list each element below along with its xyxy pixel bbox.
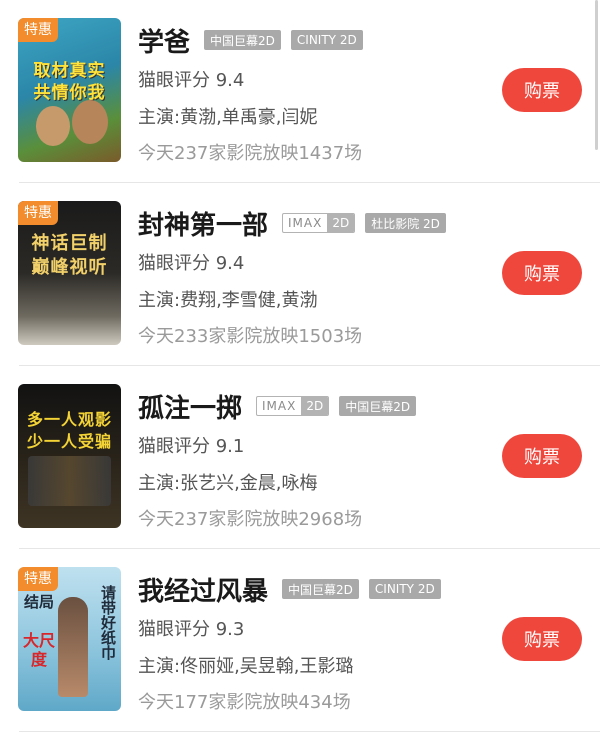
- poster-slogan-2: 大尺度: [22, 631, 55, 669]
- movie-rating: 猫眼评分 9.4: [138, 70, 245, 91]
- movie-rating: 猫眼评分 9.4: [138, 253, 245, 274]
- poster-figure: [36, 106, 70, 146]
- movie-showings: 今天237家影院放映1437场: [138, 143, 363, 164]
- movie-rating: 猫眼评分 9.1: [138, 436, 245, 457]
- imax-tag-format: 2D: [327, 214, 355, 232]
- format-tag: CINITY 2D: [290, 30, 363, 50]
- buy-ticket-button[interactable]: 购票: [502, 434, 582, 478]
- poster-slogan-2: 巅峰视听: [31, 257, 108, 278]
- imax-tag-label: IMAX: [288, 216, 323, 230]
- poster-figure: [28, 456, 111, 506]
- movie-title[interactable]: 封神第一部: [138, 205, 268, 242]
- movie-cast: 主演:黄渤,单禹豪,闫妮: [138, 107, 318, 128]
- movie-title[interactable]: 孤注一掷: [138, 388, 242, 425]
- movie-item-wojingguofengbao[interactable]: 结局 大尺度 请带好纸巾 特惠 我经过风暴 中国巨幕2D CINITY 2D 猫…: [0, 549, 600, 732]
- poster-figure: [72, 100, 108, 144]
- poster-slogan-1: 多一人观影: [26, 410, 112, 429]
- movie-poster[interactable]: 取材真实 共情你我 特惠: [18, 18, 121, 162]
- movie-rating: 猫眼评分 9.3: [138, 619, 245, 640]
- format-tag: 中国巨幕2D: [282, 579, 359, 599]
- poster-figure: [58, 597, 88, 697]
- movie-item-fengshen[interactable]: 神话巨制 巅峰视听 特惠 封神第一部 IMAX 2D 杜比影院 2D 猫眼评分 …: [0, 183, 600, 366]
- buy-ticket-button[interactable]: 购票: [502, 68, 582, 112]
- poster-slogan-2: 少一人受骗: [26, 432, 112, 451]
- movie-cast: 主演:佟丽娅,吴昱翰,王影璐: [138, 656, 354, 677]
- buy-ticket-button[interactable]: 购票: [502, 251, 582, 295]
- movie-cast: 主演:张艺兴,金晨,咏梅: [138, 473, 318, 494]
- imax-tag: IMAX 2D: [256, 396, 330, 416]
- imax-tag-label: IMAX: [262, 399, 297, 413]
- format-tag: 中国巨幕2D: [204, 30, 281, 50]
- buy-ticket-button[interactable]: 购票: [502, 617, 582, 661]
- format-tag: CINITY 2D: [368, 579, 441, 599]
- movie-poster[interactable]: 多一人观影 少一人受骗: [18, 384, 121, 528]
- format-tag: 杜比影院 2D: [365, 213, 446, 233]
- imax-tag-format: 2D: [301, 397, 329, 415]
- poster-slogan-1: 结局: [24, 593, 55, 611]
- movie-title[interactable]: 学爸: [138, 22, 190, 59]
- movie-item-guzhuyizhi[interactable]: 多一人观影 少一人受骗 孤注一掷 IMAX 2D 中国巨幕2D 猫眼评分 9.1…: [0, 366, 600, 549]
- poster-slogan-1: 神话巨制: [31, 233, 108, 254]
- discount-badge: 特惠: [18, 18, 58, 42]
- divider: [19, 731, 600, 732]
- movie-poster[interactable]: 神话巨制 巅峰视听 特惠: [18, 201, 121, 345]
- movie-showings: 今天237家影院放映2968场: [138, 509, 363, 530]
- discount-badge: 特惠: [18, 567, 58, 591]
- movie-showings: 今天177家影院放映434场: [138, 692, 351, 713]
- movie-cast: 主演:费翔,李雪健,黄渤: [138, 290, 318, 311]
- poster-slogan-3: 请带好纸巾: [99, 585, 117, 660]
- discount-badge: 特惠: [18, 201, 58, 225]
- poster-slogan-2: 共情你我: [33, 83, 106, 103]
- movie-item-xueba[interactable]: 取材真实 共情你我 特惠 学爸 中国巨幕2D CINITY 2D 猫眼评分 9.…: [0, 0, 600, 183]
- movie-showings: 今天233家影院放映1503场: [138, 326, 363, 347]
- movie-poster[interactable]: 结局 大尺度 请带好纸巾 特惠: [18, 567, 121, 711]
- format-tag: 中国巨幕2D: [339, 396, 417, 416]
- movie-title[interactable]: 我经过风暴: [138, 571, 268, 608]
- imax-tag: IMAX 2D: [282, 213, 356, 233]
